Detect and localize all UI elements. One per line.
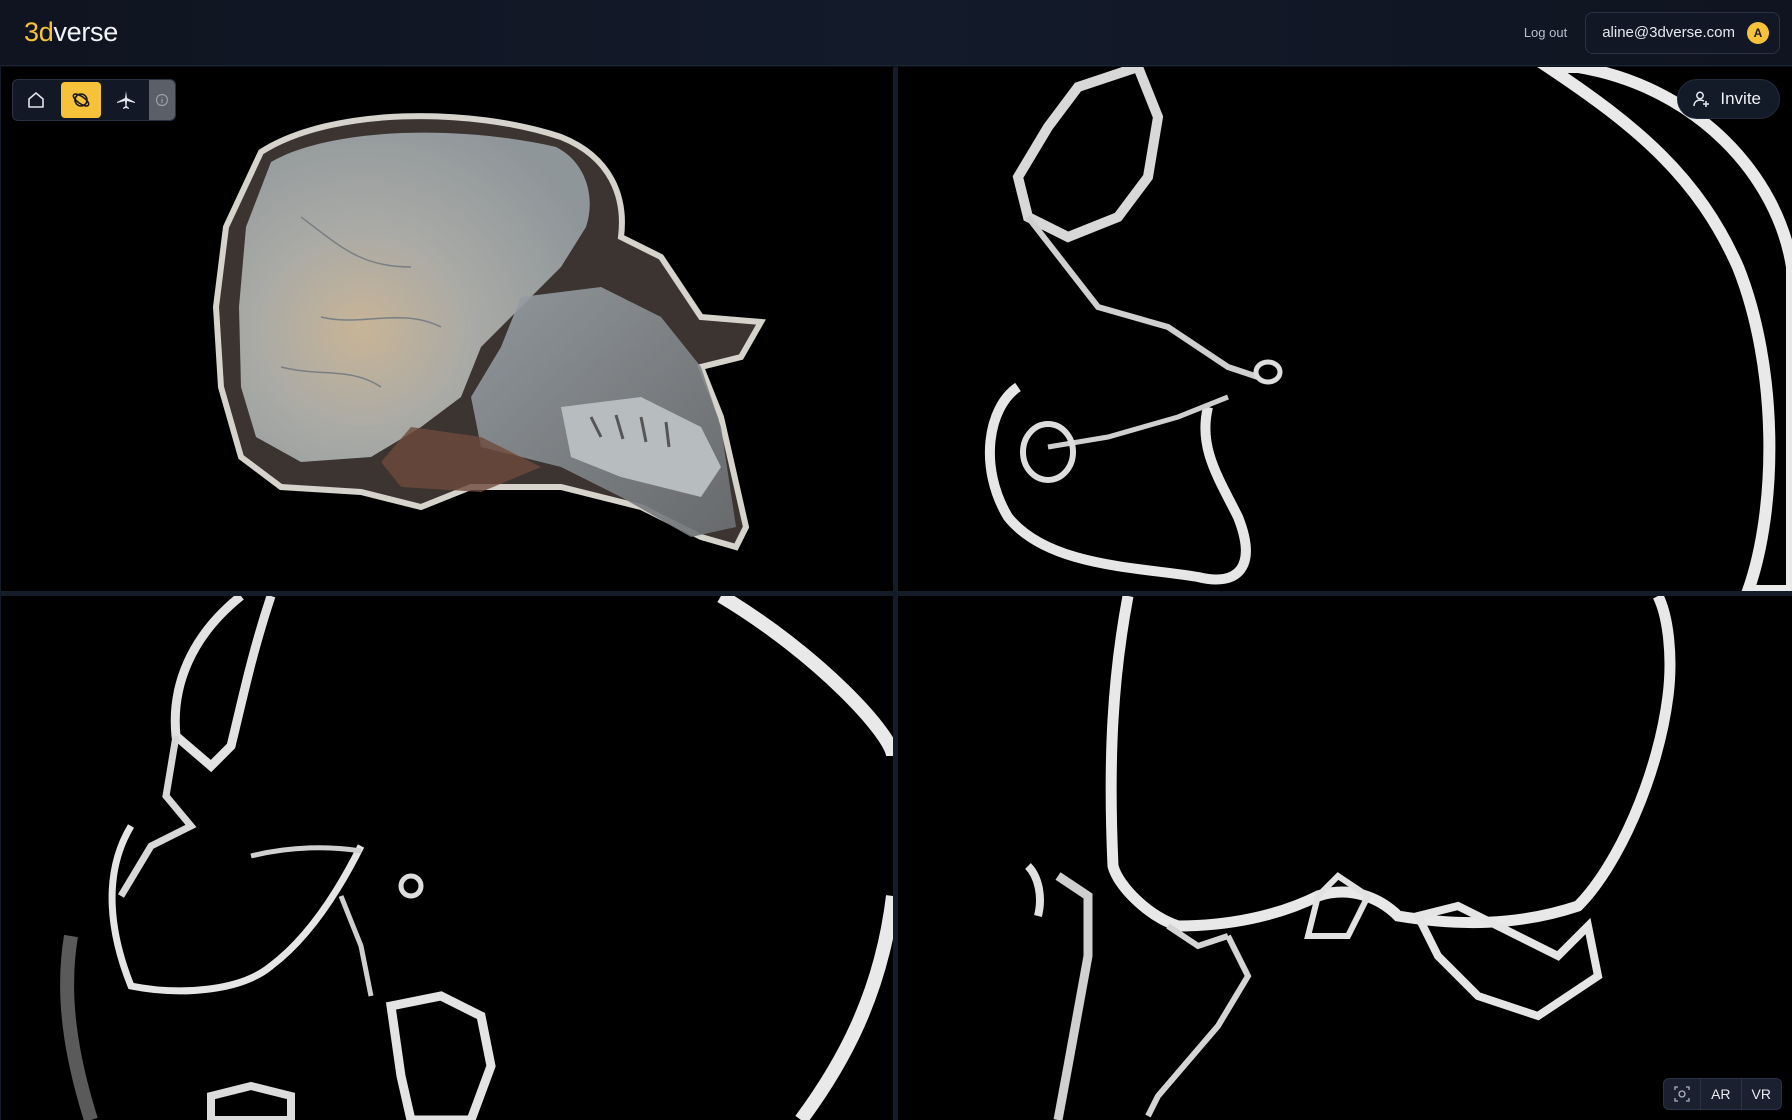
invite-button[interactable]: Invite (1677, 79, 1780, 119)
viewport-3d-render[interactable] (1, 67, 893, 591)
ct-slice-sagittal (60, 596, 893, 1120)
logout-link[interactable]: Log out (1524, 25, 1567, 40)
info-icon (155, 93, 169, 107)
brand-logo[interactable]: 3dverse (24, 17, 118, 48)
viewport-axial-slice[interactable] (898, 67, 1792, 591)
vr-button[interactable]: VR (1740, 1079, 1781, 1109)
xr-controls: AR VR (1663, 1078, 1782, 1110)
viewport-grid (0, 67, 1792, 1120)
logo-suffix: verse (53, 17, 118, 47)
navigation-toolbar (12, 79, 176, 121)
account-menu[interactable]: aline@3dverse.com A (1585, 11, 1780, 54)
viewport-sagittal-slice[interactable] (1, 596, 893, 1120)
viewport-coronal-slice[interactable] (898, 596, 1792, 1120)
header-right: Log out aline@3dverse.com A (1524, 11, 1780, 54)
add-user-icon (1693, 91, 1710, 107)
home-button[interactable] (13, 80, 59, 120)
info-button[interactable] (149, 80, 175, 120)
ct-slice-axial (984, 67, 1792, 591)
screenshot-icon (1674, 1086, 1690, 1102)
fly-mode-button[interactable] (103, 80, 149, 120)
orbit-mode-button[interactable] (61, 82, 101, 118)
avatar: A (1747, 21, 1769, 44)
home-icon (28, 92, 44, 108)
account-email: aline@3dverse.com (1602, 24, 1735, 41)
top-bar: 3dverse Log out aline@3dverse.com A (0, 0, 1792, 66)
ct-slice-coronal (1024, 596, 1676, 1120)
orbit-icon (72, 93, 90, 107)
skull-render (212, 113, 766, 551)
ar-button[interactable]: AR (1700, 1079, 1740, 1109)
logo-prefix: 3d (24, 17, 54, 47)
screenshot-button[interactable] (1664, 1079, 1700, 1109)
invite-label: Invite (1720, 89, 1761, 108)
airplane-icon (117, 91, 135, 109)
